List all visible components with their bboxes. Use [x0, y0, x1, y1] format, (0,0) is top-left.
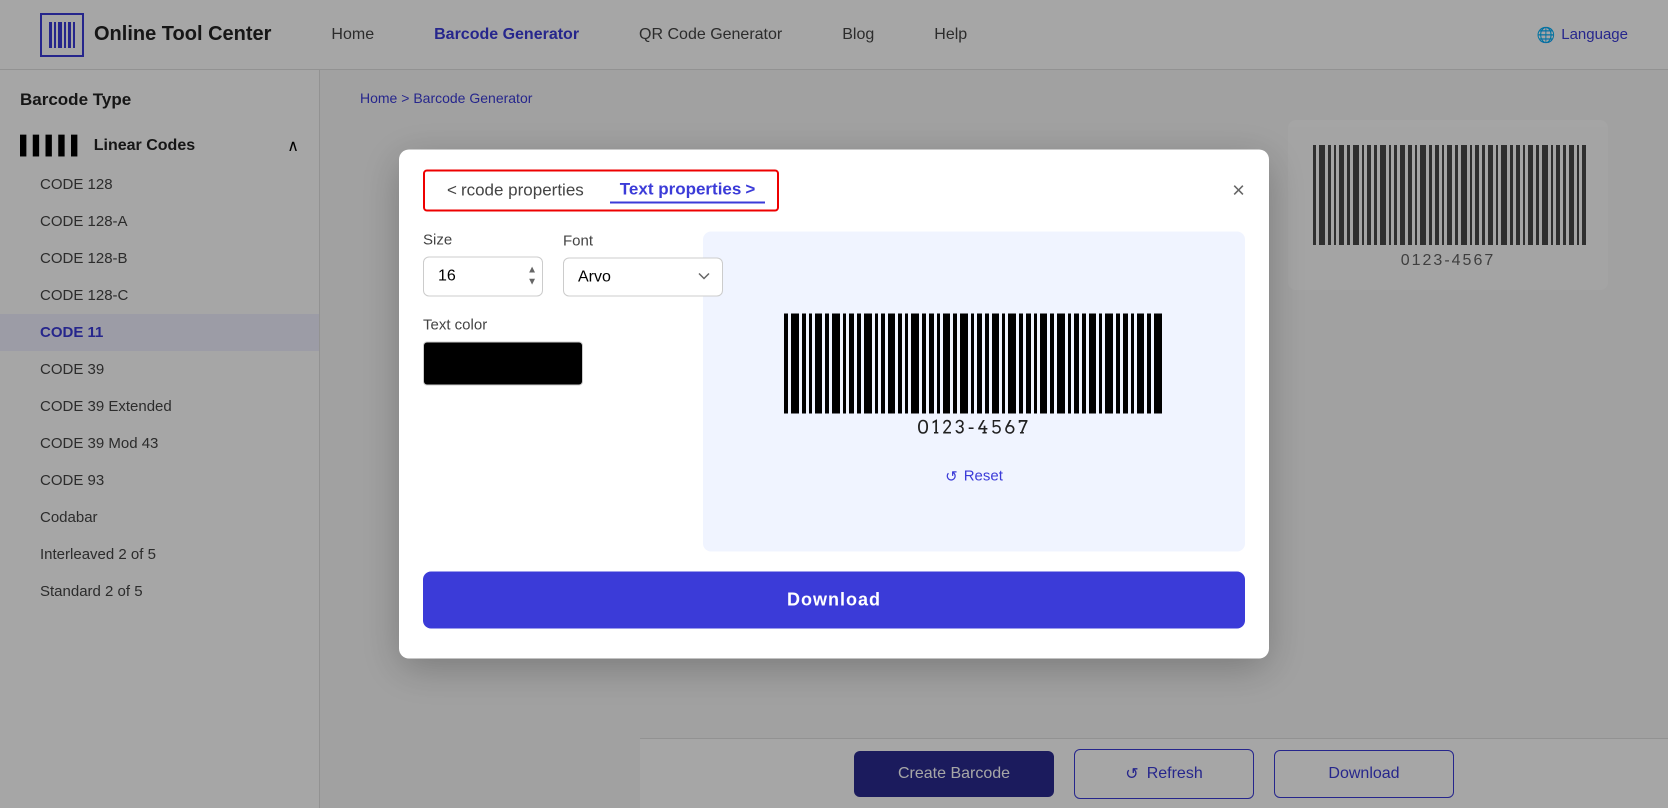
modal-download-button[interactable]: Download	[423, 572, 1245, 629]
modal-header: < rcode properties Text properties > ×	[399, 150, 1269, 212]
modal-left-panel: Size ▲ ▼ Font Arvo Arial	[423, 232, 683, 552]
reset-label: Reset	[964, 468, 1003, 485]
font-group: Font Arvo Arial Courier Times New Roman …	[563, 232, 723, 296]
properties-modal: < rcode properties Text properties > × S…	[399, 150, 1269, 659]
tab-barcode-properties[interactable]: < rcode properties	[437, 179, 594, 203]
tab-barcode-label: rcode properties	[461, 181, 584, 201]
modal-close-button[interactable]: ×	[1232, 178, 1245, 204]
text-color-swatch[interactable]	[423, 342, 583, 386]
tab-arrow-left: <	[447, 181, 457, 201]
tab-text-properties[interactable]: Text properties >	[610, 178, 766, 204]
modal-body: Size ▲ ▼ Font Arvo Arial	[399, 212, 1269, 552]
font-select-wrap: Arvo Arial Courier Times New Roman Verda…	[563, 257, 723, 296]
text-color-label: Text color	[423, 317, 683, 334]
font-select[interactable]: Arvo Arial Courier Times New Roman Verda…	[563, 257, 723, 296]
text-color-group: Text color	[423, 317, 683, 386]
size-label: Size	[423, 232, 543, 249]
barcode-preview: 0123-4567	[779, 308, 1169, 443]
tab-text-label: Text properties	[620, 180, 742, 200]
font-label: Font	[563, 232, 723, 249]
size-arrows: ▲ ▼	[527, 266, 537, 288]
svg-text:0123-4567: 0123-4567	[917, 417, 1031, 438]
reset-link[interactable]: ↺ Reset	[945, 467, 1003, 485]
size-input[interactable]	[423, 257, 543, 297]
size-font-row: Size ▲ ▼ Font Arvo Arial	[423, 232, 683, 297]
tab-arrow-right: >	[745, 180, 755, 200]
reset-icon: ↺	[945, 467, 958, 485]
size-decrease-button[interactable]: ▼	[527, 278, 537, 288]
modal-right-panel: 0123-4567 ↺ Reset	[703, 232, 1245, 552]
barcode-svg: 0123-4567	[779, 308, 1169, 438]
modal-tabs: < rcode properties Text properties >	[423, 170, 779, 212]
size-increase-button[interactable]: ▲	[527, 266, 537, 276]
size-input-wrap: ▲ ▼	[423, 257, 543, 297]
size-group: Size ▲ ▼	[423, 232, 543, 297]
